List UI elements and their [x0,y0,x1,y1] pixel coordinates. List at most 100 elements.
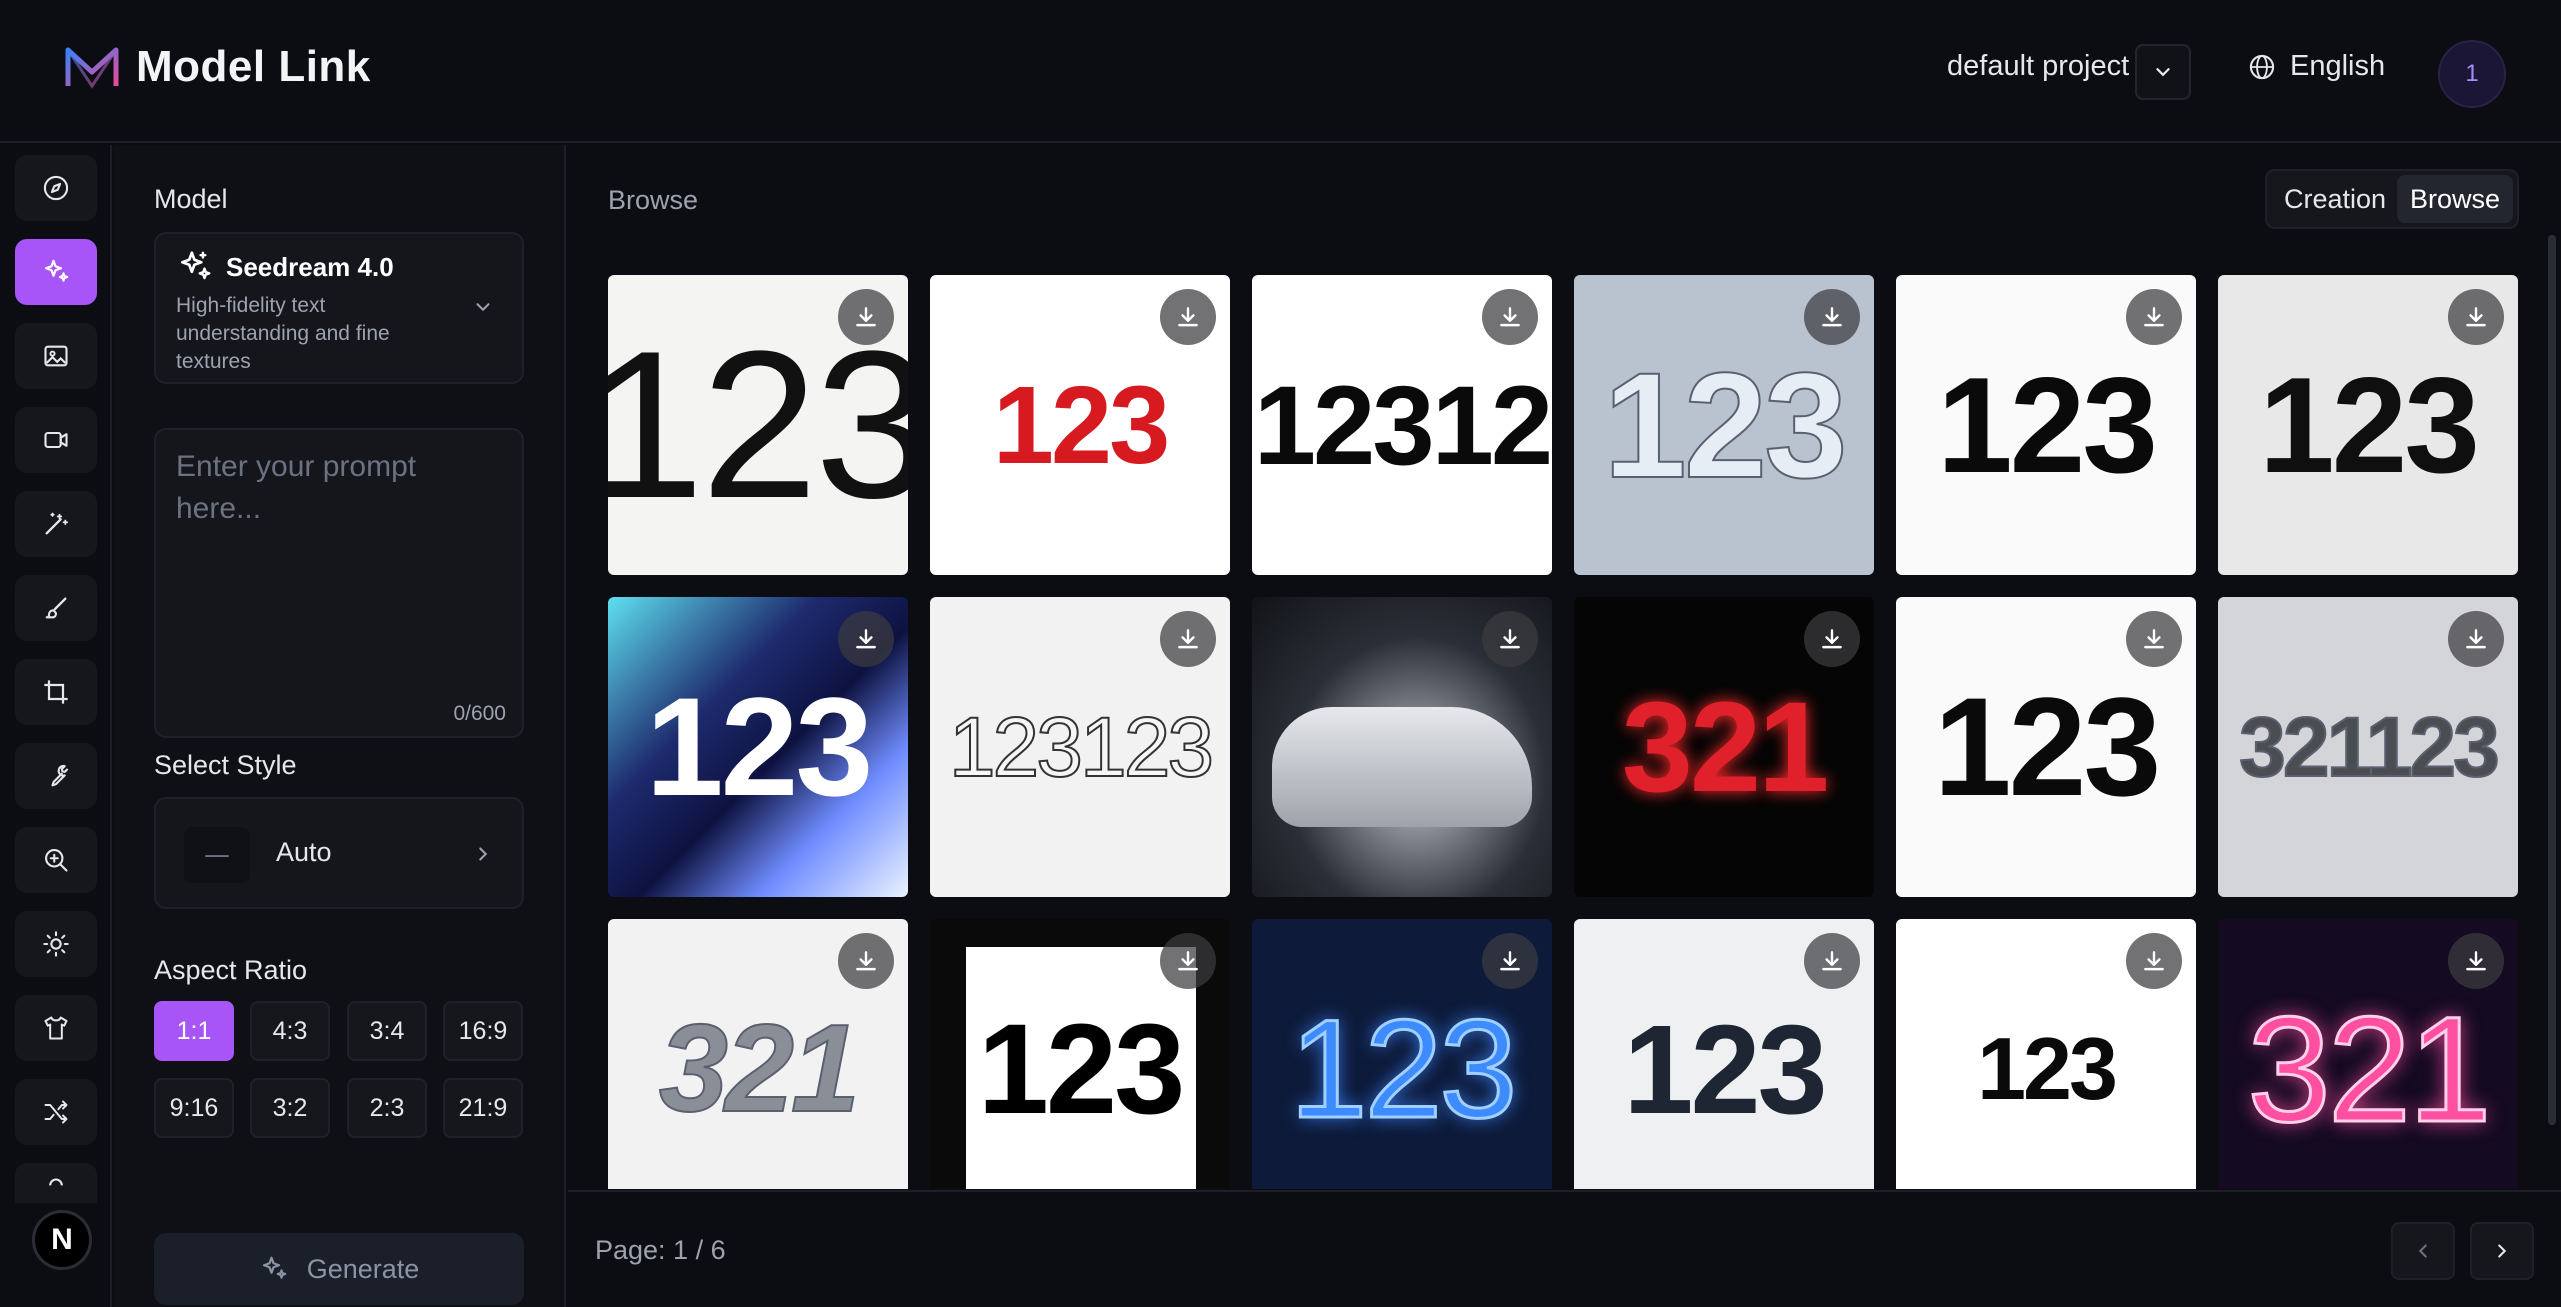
image-text: 321 [1621,675,1830,819]
image-text: 123123 [948,699,1215,795]
download-button[interactable] [2448,933,2504,989]
app-logo[interactable]: Model Link [62,42,371,92]
gallery-image[interactable]: 321 [2218,919,2518,1189]
gallery-image[interactable]: 123123 [930,597,1230,897]
ratio-4-3-button[interactable]: 4:3 [250,1001,330,1061]
chevron-down-icon [476,303,490,312]
image-text: 123 [1288,989,1519,1149]
download-button[interactable] [1160,611,1216,667]
browse-tab[interactable]: Browse [2397,175,2513,223]
next-page-button[interactable] [2470,1222,2534,1280]
next-badge[interactable]: N [32,1210,92,1270]
rail-crop-button[interactable] [15,659,97,725]
prev-page-button[interactable] [2391,1222,2455,1280]
gallery-image[interactable]: 123 [1574,275,1874,575]
gallery-image[interactable]: 123 [1252,919,1552,1189]
gallery-image[interactable]: 123 [608,275,908,575]
download-button[interactable] [838,611,894,667]
download-button[interactable] [1804,611,1860,667]
rail-outfit-button[interactable] [15,995,97,1061]
download-icon [2466,951,2486,971]
page-info: Page: 1 / 6 [595,1235,726,1265]
ratio-2-3-button[interactable]: 2:3 [347,1078,427,1138]
generate-button[interactable]: Generate [154,1233,524,1305]
rail-image-button[interactable] [15,323,97,389]
project-name[interactable]: default project [1947,50,2129,83]
download-button[interactable] [1804,289,1860,345]
video-icon [44,431,68,449]
gallery-scrollbar[interactable] [2548,235,2556,1125]
rail-shuffle-button[interactable] [15,1079,97,1145]
rail-explore-button[interactable] [15,155,97,221]
more-tool-icon [49,1178,63,1186]
download-button[interactable] [2448,289,2504,345]
download-button[interactable] [2126,611,2182,667]
download-button[interactable] [1160,933,1216,989]
prompt-input[interactable] [156,430,522,736]
section-title: Browse [608,185,699,215]
image-text: 321123 [2238,699,2501,795]
rail-text-to-image-button[interactable] [15,239,97,305]
ratio-9-16-button[interactable]: 9:16 [154,1078,234,1138]
model-selector[interactable]: Seedream 4.0 High-fidelity text understa… [154,232,524,384]
aspect-ratio-label: Aspect Ratio [154,955,308,985]
mode-toggle: Creation Browse [2265,169,2519,229]
generate-label: Generate [306,1253,420,1284]
ratio-16-9-button[interactable]: 16:9 [443,1001,523,1061]
gallery-image[interactable]: 123 [930,919,1230,1189]
sparkles-icon [44,259,69,282]
gallery-image[interactable]: 123 [1896,919,2196,1189]
generation-panel: Model Seedream 4.0 High-fidelity text un… [114,145,566,1307]
gallery-image[interactable]: 321123 [2218,597,2518,897]
main-content: Browse Creation Browse 123 123 12312 123 123… [568,145,2561,1307]
logo-mark-icon [65,47,119,89]
ratio-1-1-button[interactable]: 1:1 [154,1001,234,1061]
rail-video-button[interactable] [15,407,97,473]
image-text: 123 [992,363,1171,487]
ratio-21-9-button[interactable]: 21:9 [443,1078,523,1138]
gallery-image[interactable]: 123 [2218,275,2518,575]
rail-light-button[interactable] [15,911,97,977]
download-button[interactable] [1482,611,1538,667]
gallery-image[interactable]: 321 [608,919,908,1189]
gallery-image[interactable] [1252,597,1552,897]
rail-tools-button[interactable] [15,743,97,809]
model-name: Seedream 4.0 [226,252,394,282]
creation-tab[interactable]: Creation [2273,175,2397,223]
style-label: Select Style [154,750,297,780]
image-text: 123 [977,997,1186,1141]
download-button[interactable] [838,289,894,345]
download-button[interactable] [1482,289,1538,345]
download-button[interactable] [1160,289,1216,345]
image-gallery: 123 123 12312 123 123 123 123 123123 321 123 32112… [608,275,2523,1189]
download-button[interactable] [2126,289,2182,345]
download-button[interactable] [2126,933,2182,989]
download-button[interactable] [2448,611,2504,667]
gallery-image[interactable]: 123 [608,597,908,897]
ratio-3-2-button[interactable]: 3:2 [250,1078,330,1138]
gallery-image[interactable]: 123 [930,275,1230,575]
download-button[interactable] [1804,933,1860,989]
image-text: 12312 [1253,362,1552,488]
rail-brush-button[interactable] [15,575,97,641]
next-badge-label: N [51,1223,73,1256]
rail-more-button[interactable] [15,1163,97,1203]
style-selector[interactable]: — Auto [154,797,524,909]
user-avatar[interactable]: 1 [2438,40,2506,108]
sparkles-icon [180,251,211,280]
download-button[interactable] [1482,933,1538,989]
style-value: Auto [276,837,332,867]
shuffle-icon [44,1100,68,1124]
ratio-3-4-button[interactable]: 3:4 [347,1001,427,1061]
project-dropdown-button[interactable] [2135,44,2191,100]
gallery-image[interactable]: 12312 [1252,275,1552,575]
language-selector[interactable]: English [2248,50,2385,83]
gallery-image[interactable]: 321 [1574,597,1874,897]
rail-magic-button[interactable] [15,491,97,557]
gallery-image[interactable]: 123 [1574,919,1874,1189]
rail-upscale-button[interactable] [15,827,97,893]
download-button[interactable] [838,933,894,989]
gallery-image[interactable]: 123 [1896,597,2196,897]
gallery-image[interactable]: 123 [1896,275,2196,575]
model-label: Model [154,184,228,214]
